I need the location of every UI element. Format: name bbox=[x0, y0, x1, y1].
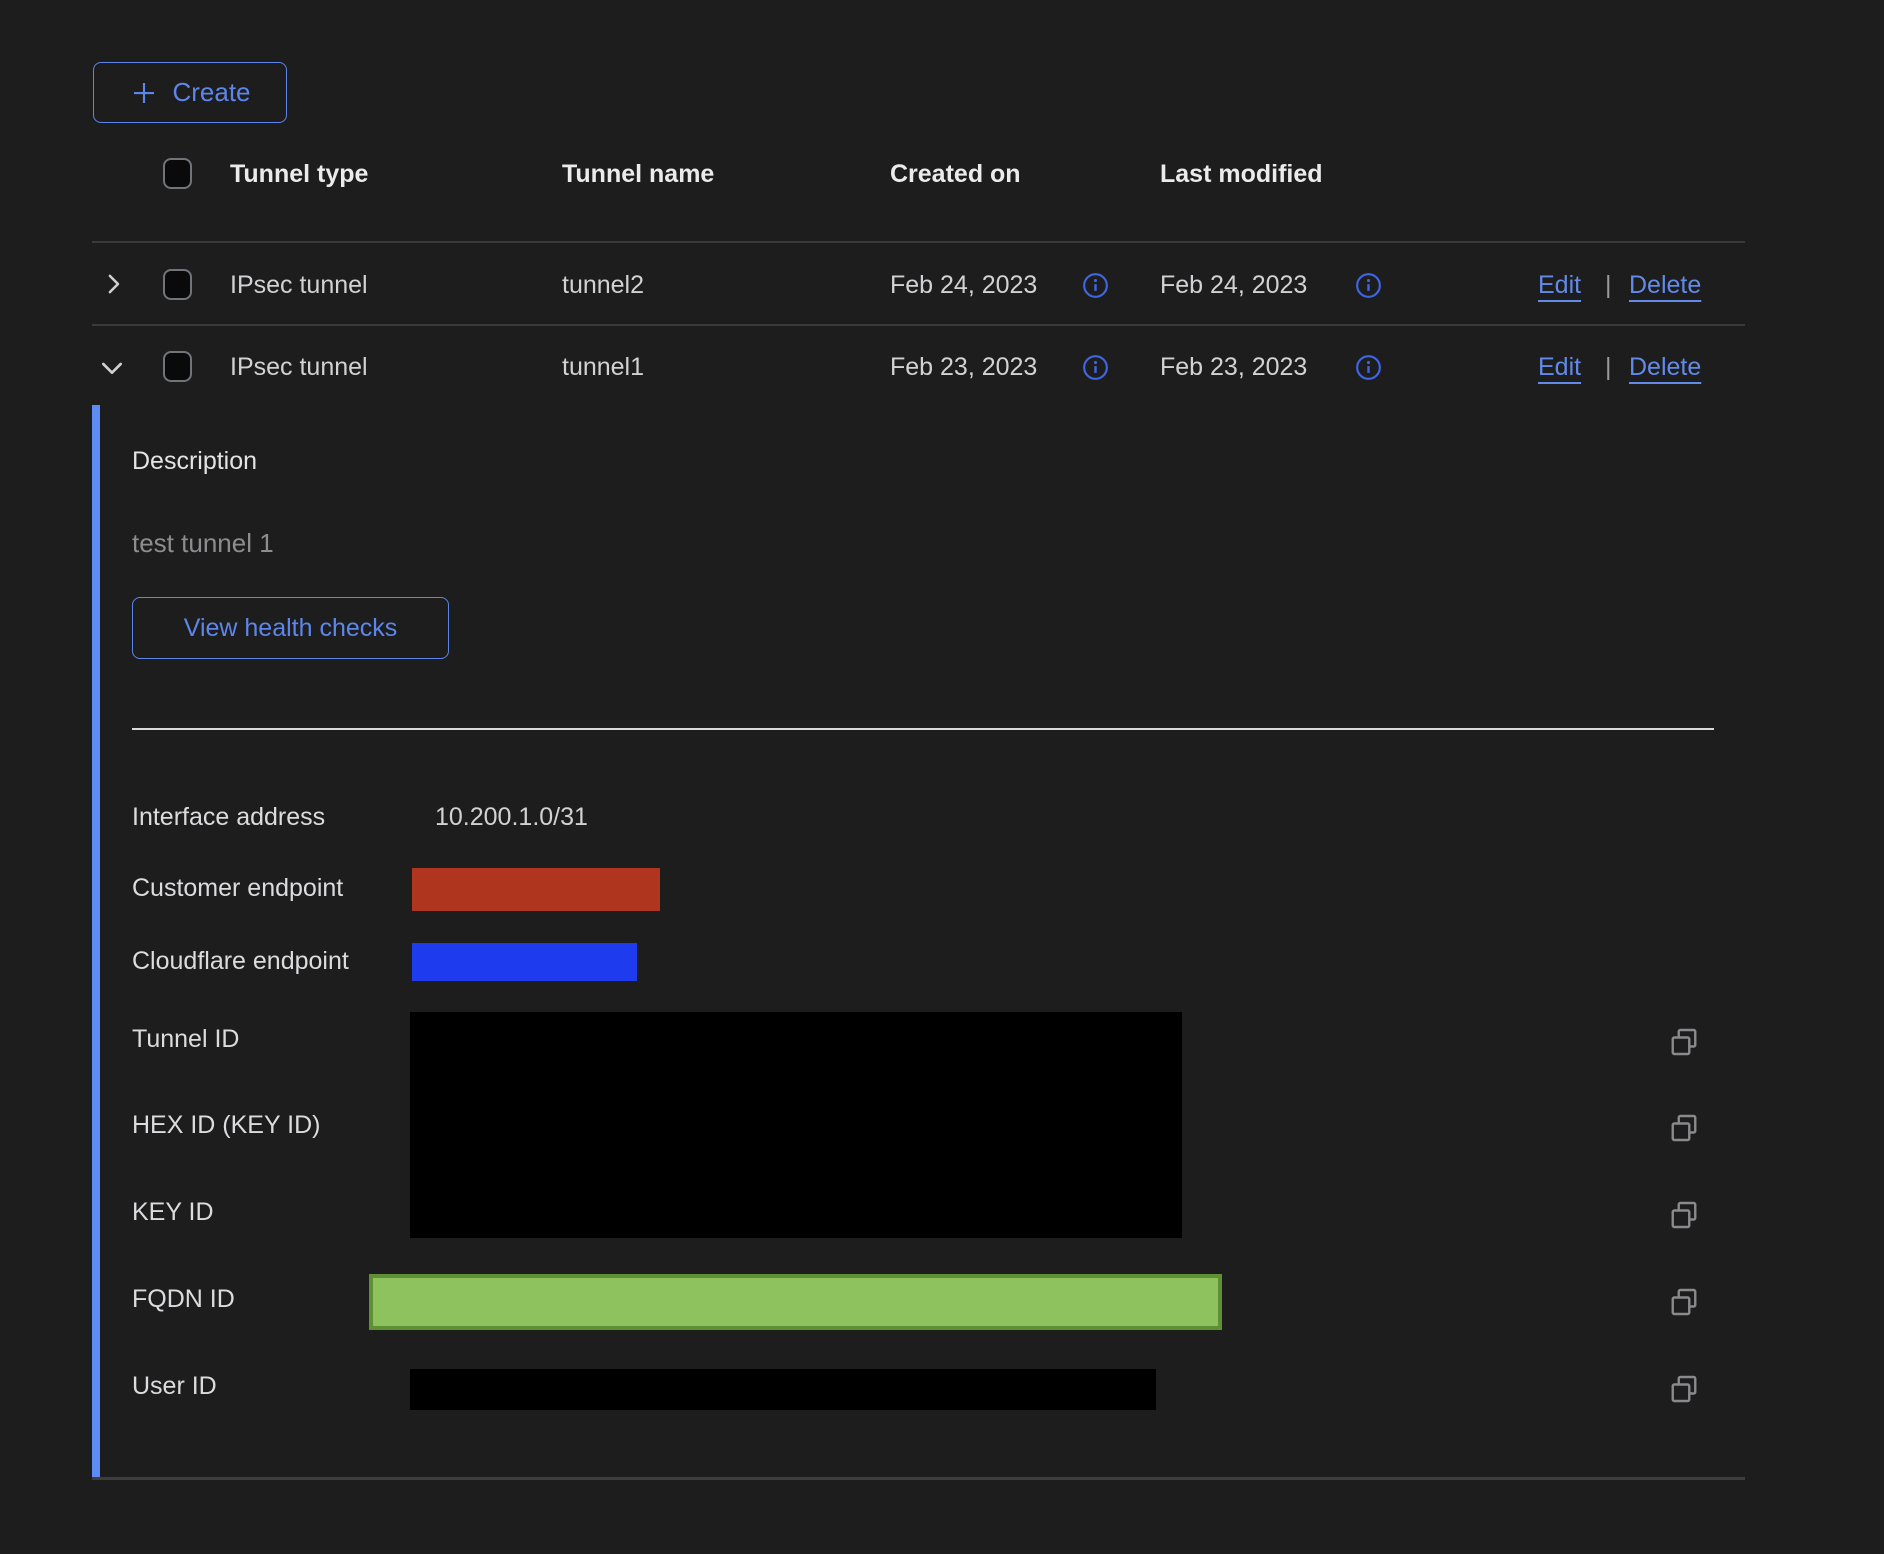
delete-link[interactable]: Delete bbox=[1629, 271, 1701, 300]
chevron-down-icon[interactable] bbox=[96, 352, 128, 384]
panel-divider bbox=[132, 728, 1714, 730]
tunnel-type-cell: IPsec tunnel bbox=[230, 271, 368, 300]
detail-label-user-id: User ID bbox=[132, 1372, 217, 1401]
redacted-fqdn-id bbox=[369, 1274, 1222, 1330]
description-label: Description bbox=[132, 447, 257, 476]
view-health-checks-button[interactable]: View health checks bbox=[132, 597, 449, 659]
info-icon[interactable] bbox=[1082, 272, 1109, 299]
chevron-right-icon[interactable] bbox=[98, 269, 128, 299]
action-separator: | bbox=[1605, 271, 1612, 300]
tunnel-type-cell: IPsec tunnel bbox=[230, 353, 368, 382]
detail-label-tunnel-id: Tunnel ID bbox=[132, 1025, 239, 1054]
create-button[interactable]: Create bbox=[93, 62, 287, 123]
detail-label-cloudflare-endpoint: Cloudflare endpoint bbox=[132, 947, 349, 976]
description-value: test tunnel 1 bbox=[132, 528, 274, 559]
row-checkbox[interactable] bbox=[163, 351, 192, 382]
detail-label-key-id: KEY ID bbox=[132, 1198, 214, 1227]
copy-icon[interactable] bbox=[1666, 1110, 1702, 1146]
expanded-row-bottom-divider bbox=[92, 1477, 1745, 1480]
copy-icon[interactable] bbox=[1666, 1284, 1702, 1320]
created-on-cell: Feb 23, 2023 bbox=[890, 353, 1037, 382]
row-checkbox[interactable] bbox=[163, 269, 192, 300]
redacted-user-id bbox=[410, 1369, 1156, 1410]
column-header-last-modified: Last modified bbox=[1160, 160, 1323, 189]
detail-label-fqdn-id: FQDN ID bbox=[132, 1285, 235, 1314]
redacted-cloudflare-endpoint bbox=[412, 943, 637, 981]
column-header-tunnel-name: Tunnel name bbox=[562, 160, 714, 189]
copy-icon[interactable] bbox=[1666, 1197, 1702, 1233]
tunnel-name-cell: tunnel1 bbox=[562, 353, 644, 382]
detail-label-interface-address: Interface address bbox=[132, 803, 325, 832]
edit-link[interactable]: Edit bbox=[1538, 271, 1581, 300]
action-separator: | bbox=[1605, 353, 1612, 382]
edit-link[interactable]: Edit bbox=[1538, 353, 1581, 382]
select-all-checkbox[interactable] bbox=[163, 158, 192, 189]
copy-icon[interactable] bbox=[1666, 1024, 1702, 1060]
tunnel-name-cell: tunnel2 bbox=[562, 271, 644, 300]
expanded-row-accent-bar bbox=[92, 405, 100, 1478]
header-divider bbox=[92, 241, 1745, 243]
create-button-label: Create bbox=[172, 77, 250, 108]
copy-icon[interactable] bbox=[1666, 1371, 1702, 1407]
column-header-created-on: Created on bbox=[890, 160, 1021, 189]
info-icon[interactable] bbox=[1082, 354, 1109, 381]
created-on-cell: Feb 24, 2023 bbox=[890, 271, 1037, 300]
plus-icon bbox=[129, 78, 159, 108]
detail-label-customer-endpoint: Customer endpoint bbox=[132, 874, 343, 903]
redacted-customer-endpoint bbox=[412, 868, 660, 911]
last-modified-cell: Feb 24, 2023 bbox=[1160, 271, 1307, 300]
info-icon[interactable] bbox=[1355, 354, 1382, 381]
last-modified-cell: Feb 23, 2023 bbox=[1160, 353, 1307, 382]
detail-label-hex-id: HEX ID (KEY ID) bbox=[132, 1111, 320, 1140]
info-icon[interactable] bbox=[1355, 272, 1382, 299]
detail-value-interface-address: 10.200.1.0/31 bbox=[435, 803, 588, 832]
tunnels-page: Create Tunnel type Tunnel name Created o… bbox=[0, 0, 1884, 1554]
column-header-tunnel-type: Tunnel type bbox=[230, 160, 368, 189]
row-divider bbox=[92, 324, 1745, 326]
delete-link[interactable]: Delete bbox=[1629, 353, 1701, 382]
redacted-tunnel-hex-key-ids bbox=[410, 1012, 1182, 1238]
